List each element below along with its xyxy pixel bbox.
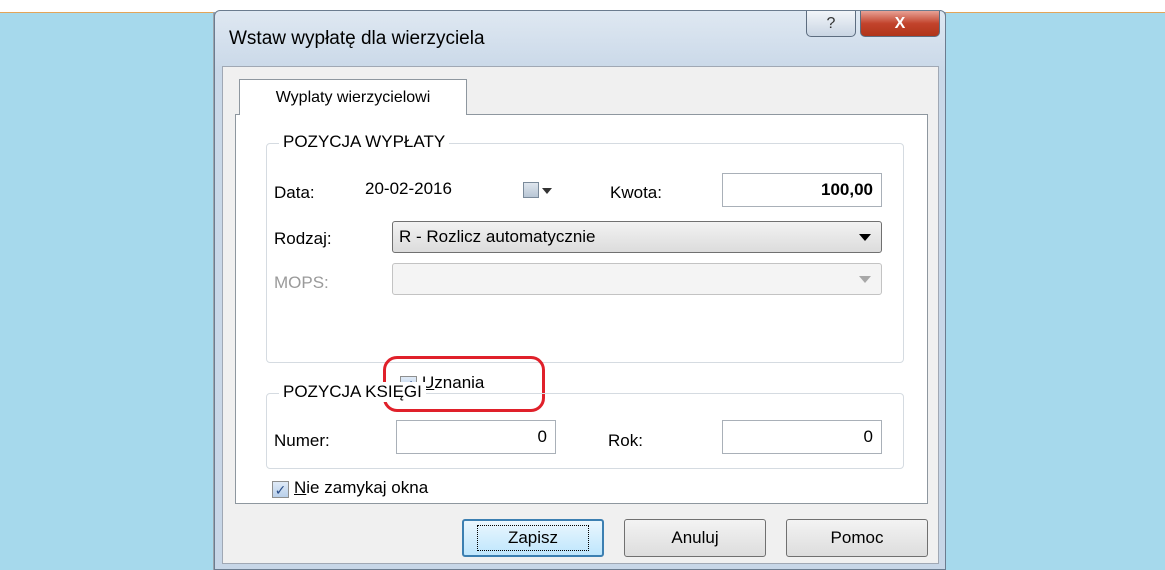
question-icon: ? bbox=[826, 14, 836, 32]
number-field[interactable]: 0 bbox=[396, 420, 556, 454]
amount-field[interactable]: 100,00 bbox=[722, 173, 882, 207]
date-value: 20-02-2016 bbox=[365, 179, 452, 198]
chevron-down-icon bbox=[859, 234, 871, 241]
dialog-window: Wstaw wypłatę dla wierzyciela ? X Wyplat… bbox=[214, 10, 946, 570]
amount-value: 100,00 bbox=[821, 180, 873, 199]
amount-label: Kwota: bbox=[610, 183, 662, 202]
year-value: 0 bbox=[863, 427, 873, 446]
calendar-icon[interactable] bbox=[523, 182, 539, 198]
number-value: 0 bbox=[537, 427, 547, 446]
save-button[interactable]: Zapisz bbox=[462, 519, 604, 557]
cancel-button[interactable]: Anuluj bbox=[624, 519, 766, 557]
cancel-button-label: Anuluj bbox=[671, 528, 719, 547]
year-field[interactable]: 0 bbox=[722, 420, 882, 454]
ledger-group-title: POZYCJA KSIĘGI bbox=[279, 382, 426, 402]
date-label: Data: bbox=[274, 183, 315, 202]
mops-select bbox=[392, 263, 882, 295]
background-right bbox=[946, 12, 1165, 570]
close-button[interactable]: X bbox=[860, 11, 940, 37]
keep-open-label[interactable]: Nie zamykaj okna bbox=[294, 478, 428, 498]
tab-wyplaty-wierzycielowi[interactable]: Wyplaty wierzycielowi bbox=[239, 79, 467, 115]
type-value: R - Rozlicz automatycznie bbox=[399, 227, 596, 246]
help-title-button[interactable]: ? bbox=[806, 11, 856, 37]
payment-group-title: POZYCJA WYPŁATY bbox=[279, 132, 450, 152]
keep-open-checkbox[interactable]: ✓ bbox=[272, 481, 289, 498]
number-label: Numer: bbox=[274, 431, 330, 450]
tab-panel: POZYCJA WYPŁATY Data: 20-02-2016 Kwota: … bbox=[235, 114, 928, 504]
help-button-label: Pomoc bbox=[830, 528, 884, 547]
type-label: Rodzaj: bbox=[274, 229, 332, 248]
background-left bbox=[0, 12, 214, 570]
acknowledgments-label[interactable]: Uznania bbox=[422, 373, 484, 393]
help-button[interactable]: Pomoc bbox=[786, 519, 928, 557]
calendar-dropdown-icon[interactable] bbox=[542, 188, 552, 194]
close-icon: X bbox=[894, 14, 906, 32]
dialog-client-area: Wyplaty wierzycielowi POZYCJA WYPŁATY Da… bbox=[222, 66, 939, 564]
year-label: Rok: bbox=[608, 431, 643, 450]
window-title: Wstaw wypłatę dla wierzyciela bbox=[229, 28, 485, 49]
mops-label: MOPS: bbox=[274, 273, 329, 292]
chevron-down-icon bbox=[859, 276, 871, 283]
save-button-label: Zapisz bbox=[476, 525, 590, 551]
type-select[interactable]: R - Rozlicz automatycznie bbox=[392, 221, 882, 253]
